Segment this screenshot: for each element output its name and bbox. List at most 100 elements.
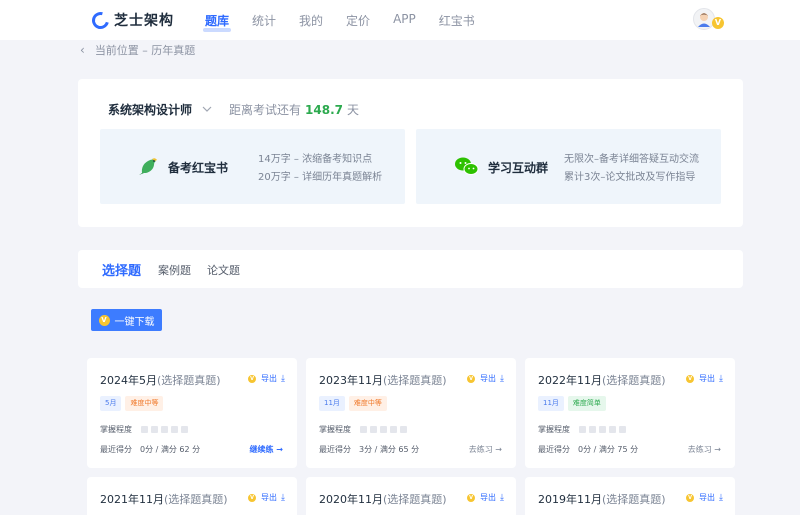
exam-card[interactable]: 2021年11月(选择题真题) V 导出 ⤓ <box>87 477 297 515</box>
mastery-dots <box>579 426 629 433</box>
download-icon: ⤓ <box>281 492 285 503</box>
card-date: 2024年5月 <box>100 374 157 387</box>
logo-icon <box>88 8 113 32</box>
card-subtitle: (选择题真题) <box>383 493 447 506</box>
card-tags: 11月 难度中等 <box>319 396 391 411</box>
mastery-level: 掌握程度 <box>100 424 191 435</box>
mastery-label: 掌握程度 <box>538 425 570 434</box>
export-label: 导出 <box>480 493 497 502</box>
coin-icon: V <box>467 493 476 502</box>
month-tag: 5月 <box>100 396 122 411</box>
practice-link[interactable]: 去练习 → <box>469 444 502 455</box>
continue-practice-link[interactable]: 继续练 → <box>250 444 284 455</box>
main-nav: 题库 统计 我的 定价 APP 红宝书 <box>202 12 498 32</box>
card-date: 2022年11月 <box>538 374 602 387</box>
promo-red-book[interactable]: 备考红宝书 14万字 – 浓缩备考知识点 20万字 – 详细历年真题解析 <box>100 129 405 204</box>
coin-icon: V <box>467 374 476 383</box>
download-icon: ⤓ <box>281 373 285 384</box>
nav-item-question-bank[interactable]: 题库 <box>202 12 232 32</box>
coin-icon: V <box>686 374 695 383</box>
card-title: 2023年11月(选择题真题) <box>319 372 447 388</box>
logo-text: 芝士架构 <box>114 13 174 29</box>
export-button[interactable]: V 导出 ⤓ <box>467 373 504 384</box>
tab-essay[interactable]: 论文题 <box>207 262 240 278</box>
coin-icon: V <box>248 374 257 383</box>
export-label: 导出 <box>261 374 278 383</box>
back-arrow-icon[interactable]: ‹ <box>80 43 85 57</box>
month-tag: 11月 <box>538 396 564 411</box>
card-title: 2020年11月(选择题真题) <box>319 491 447 507</box>
question-type-tabs: 选择题 案例题 论文题 <box>78 250 743 288</box>
export-label: 导出 <box>699 493 716 502</box>
promo-line: 累计3次–论文批改及写作指导 <box>564 172 696 183</box>
promo-line: 20万字 – 详细历年真题解析 <box>258 172 383 183</box>
countdown-days: 148.7 <box>305 103 343 117</box>
exam-card[interactable]: 2019年11月(选择题真题) V 导出 ⤓ <box>525 477 735 515</box>
nav-item-app[interactable]: APP <box>393 12 416 29</box>
export-button[interactable]: V 导出 ⤓ <box>467 492 504 503</box>
export-button[interactable]: V 导出 ⤓ <box>248 373 285 384</box>
coin-icon: V <box>686 493 695 502</box>
avatar <box>693 8 715 30</box>
tab-multiple-choice[interactable]: 选择题 <box>102 260 141 279</box>
card-subtitle: (选择题真题) <box>602 374 666 387</box>
card-tags: 11月 难度简单 <box>538 396 610 411</box>
mastery-dots <box>360 426 410 433</box>
nav-item-pricing[interactable]: 定价 <box>346 12 370 29</box>
card-subtitle: (选择题真题) <box>383 374 447 387</box>
mastery-dots <box>141 426 191 433</box>
exam-selector[interactable]: 系统架构设计师 <box>108 101 212 118</box>
card-title: 2021年11月(选择题真题) <box>100 491 228 507</box>
exam-card[interactable]: 2024年5月(选择题真题) V 导出 ⤓ 5月 难度中等 掌握程度 最近得分 0分… <box>87 358 297 468</box>
countdown-suffix: 天 <box>346 103 359 117</box>
card-date: 2020年11月 <box>319 493 383 506</box>
nav-item-red-book[interactable]: 红宝书 <box>439 12 475 29</box>
exam-info-panel: 系统架构设计师 距离考试还有 148.7 天 备考红宝书 14万字 – 浓缩备考知识… <box>78 79 743 227</box>
logo[interactable]: 芝士架构 <box>88 8 174 32</box>
export-button[interactable]: V 导出 ⤓ <box>248 492 285 503</box>
mastery-level: 掌握程度 <box>319 424 410 435</box>
exam-card[interactable]: 2022年11月(选择题真题) V 导出 ⤓ 11月 难度简单 掌握程度 最近得分 … <box>525 358 735 468</box>
exam-card[interactable]: 2020年11月(选择题真题) V 导出 ⤓ <box>306 477 516 515</box>
promo-title: 学习互动群 <box>488 161 549 175</box>
practice-link[interactable]: 去练习 → <box>688 444 721 455</box>
export-label: 导出 <box>699 374 716 383</box>
exam-name: 系统架构设计师 <box>108 103 193 117</box>
card-score: 最近得分 0分 / 满分 62 分 <box>100 445 201 454</box>
wechat-icon <box>454 156 480 179</box>
download-icon: ⤓ <box>719 492 723 503</box>
card-title: 2019年11月(选择题真题) <box>538 491 666 507</box>
card-tags: 5月 难度中等 <box>100 396 167 411</box>
download-all-button[interactable]: V 一键下载 <box>91 309 162 331</box>
user-avatar-menu[interactable]: V <box>693 8 724 34</box>
difficulty-tag: 难度中等 <box>348 396 387 411</box>
card-date: 2023年11月 <box>319 374 383 387</box>
exam-card[interactable]: 2023年11月(选择题真题) V 导出 ⤓ 11月 难度中等 掌握程度 最近得分 … <box>306 358 516 468</box>
card-score: 最近得分 0分 / 满分 75 分 <box>538 445 639 454</box>
difficulty-tag: 难度简单 <box>567 396 606 411</box>
user-avatar-icon <box>698 13 710 27</box>
chevron-down-icon <box>202 105 212 115</box>
download-icon: ⤓ <box>500 373 504 384</box>
download-all-label: 一键下载 <box>114 316 155 328</box>
coin-icon: V <box>98 314 110 326</box>
export-button[interactable]: V 导出 ⤓ <box>686 373 723 384</box>
export-label: 导出 <box>480 374 497 383</box>
nav-item-statistics[interactable]: 统计 <box>252 12 276 29</box>
nav-item-mine[interactable]: 我的 <box>299 12 323 29</box>
mastery-label: 掌握程度 <box>319 425 351 434</box>
card-date: 2019年11月 <box>538 493 602 506</box>
tab-case-study[interactable]: 案例题 <box>158 262 191 278</box>
top-navigation-bar: 芝士架构 题库 统计 我的 定价 APP 红宝书 V <box>0 0 800 40</box>
export-label: 导出 <box>261 493 278 502</box>
mastery-label: 掌握程度 <box>100 425 132 434</box>
breadcrumb: ‹ 当前位置 – 历年真题 <box>80 42 195 58</box>
mastery-level: 掌握程度 <box>538 424 629 435</box>
export-button[interactable]: V 导出 ⤓ <box>686 492 723 503</box>
parrot-icon <box>138 156 160 179</box>
month-tag: 11月 <box>319 396 345 411</box>
promo-study-group[interactable]: 学习互动群 无限次–备考详细答疑互动交流 累计3次–论文批改及写作指导 <box>416 129 721 204</box>
countdown-prefix: 距离考试还有 <box>229 103 302 117</box>
coin-icon: V <box>248 493 257 502</box>
card-subtitle: (选择题真题) <box>164 493 228 506</box>
